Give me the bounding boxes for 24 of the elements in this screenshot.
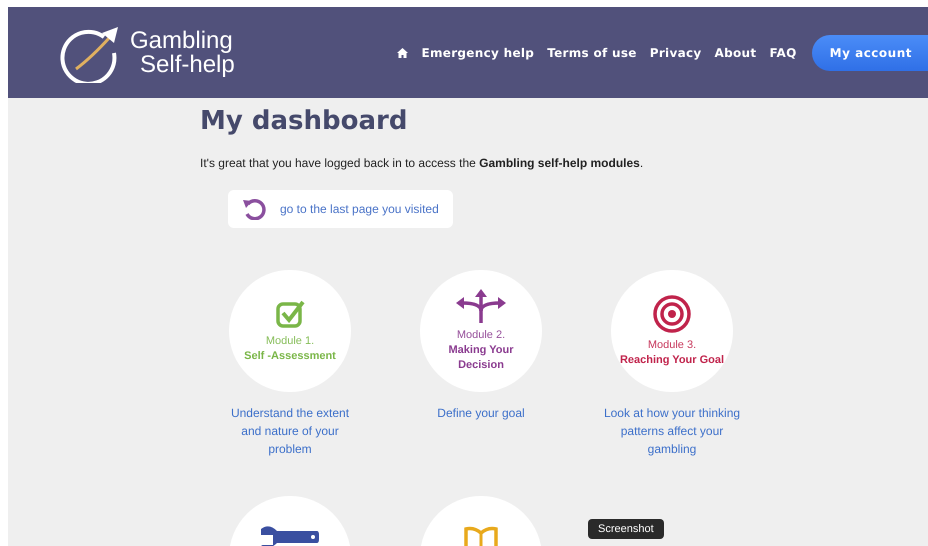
nav-link[interactable]: About (714, 46, 756, 60)
account-button[interactable]: My account (812, 34, 928, 70)
last-page-link[interactable]: go to the last page you visited (228, 190, 453, 228)
module-description[interactable]: Look at how your thinking patterns affect your gambling (603, 404, 741, 458)
undo-icon (242, 198, 266, 220)
module-description[interactable]: Define your goal (412, 404, 550, 422)
module-name: Self -Assessment (243, 348, 337, 364)
nav-link[interactable]: Privacy (650, 46, 702, 60)
module-name: Reaching Your Goal (618, 352, 726, 368)
module-number: Module 2. (456, 328, 506, 343)
page-title: My dashboard (200, 106, 408, 136)
nav-link[interactable]: FAQ (769, 46, 797, 60)
module-card[interactable]: Module 3. Reaching Your Goal (611, 270, 733, 392)
module-card[interactable]: Module 2. Making Your Decision (420, 270, 542, 392)
module-description[interactable]: Understand the extent and nature of your problem (221, 404, 359, 458)
nav-link[interactable]: Emergency help (421, 46, 534, 60)
nav-link[interactable]: Terms of use (547, 46, 637, 60)
home-icon[interactable] (397, 48, 408, 58)
tooltip: Screenshot (588, 519, 664, 539)
module-number: Module 1. (266, 334, 314, 348)
logo-text[interactable]: Gambling Self-help (130, 28, 235, 76)
module-number: Module 3. (648, 338, 696, 352)
module-name: Making Your Decision (448, 343, 514, 373)
intro-text: It's great that you have logged back in to access the Gambling self-help modules. (200, 156, 644, 170)
